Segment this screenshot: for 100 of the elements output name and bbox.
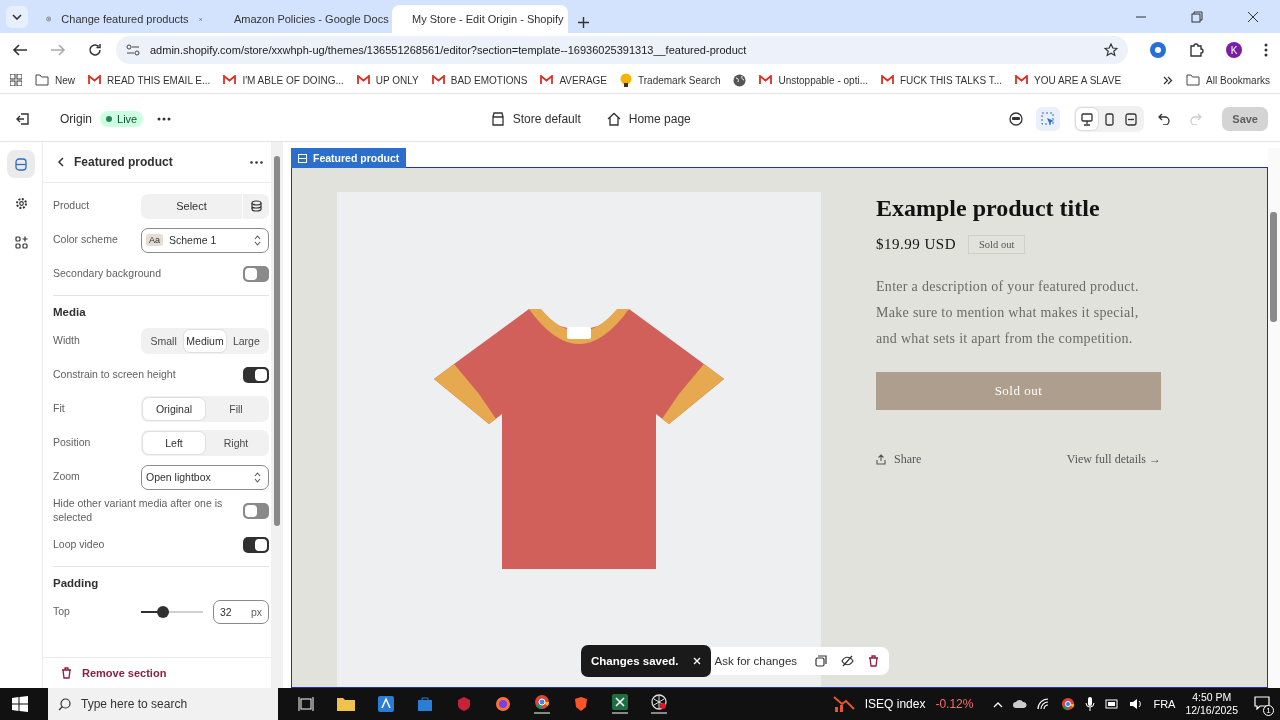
select-product-button[interactable]: Select xyxy=(141,193,242,219)
app-icon[interactable] xyxy=(378,696,394,712)
bookmark[interactable]: New xyxy=(35,74,75,86)
windows-start-icon[interactable] xyxy=(12,696,28,712)
spreadsheet-icon[interactable] xyxy=(612,694,628,714)
setting-label: Top xyxy=(53,605,71,619)
menu-icon[interactable] xyxy=(1264,43,1268,57)
input-language[interactable]: FRA xyxy=(1153,698,1176,710)
search-icon xyxy=(58,698,71,711)
chevron-down-icon xyxy=(12,14,22,20)
status-badge: Live xyxy=(100,111,144,127)
setting-label: Hide other variant media after one is selected xyxy=(53,497,224,525)
fox-globe-icon[interactable] xyxy=(495,696,511,712)
bookmark[interactable]: YOU ARE A SLAVE xyxy=(1015,74,1122,86)
browser-tab[interactable]: My Store - Edit Origin - Shopify xyxy=(392,5,568,33)
bookmark[interactable] xyxy=(733,73,747,87)
mail-icon xyxy=(88,75,101,85)
new-tab-icon[interactable] xyxy=(578,17,589,28)
store-bag-icon[interactable] xyxy=(417,696,433,712)
setting-label: Width xyxy=(53,334,81,348)
back-arrow-icon[interactable] xyxy=(12,43,28,57)
lion-shield-icon[interactable] xyxy=(573,696,589,712)
bookmark[interactable]: FUCK THIS TALKS T... xyxy=(880,74,1003,86)
inspector-icon[interactable] xyxy=(1036,107,1061,131)
tab-list-button[interactable] xyxy=(6,6,28,28)
stock-ticker-name: ISEQ index xyxy=(864,697,926,711)
slider-thumb[interactable] xyxy=(156,606,169,618)
folder-icon[interactable] xyxy=(337,697,355,711)
bookmark[interactable]: READ THIS EMAIL E... xyxy=(88,74,211,86)
toast: Changes saved. xyxy=(581,645,711,677)
bookmark[interactable]: Unstoppable - opti... xyxy=(759,74,868,86)
browser-tab[interactable]: Amazon Policies - Google Docs xyxy=(214,5,390,33)
bookmark[interactable]: BAD EMOTIONS xyxy=(431,74,528,86)
number-field[interactable]: 32 px xyxy=(213,600,269,624)
microphone-icon[interactable] xyxy=(1085,697,1096,711)
segment-option[interactable]: Fill xyxy=(205,398,267,420)
hide-icon[interactable] xyxy=(841,655,855,667)
theme-name: Origin xyxy=(60,112,92,126)
page-selector[interactable]: Home page xyxy=(600,108,697,130)
clock-date[interactable]: 12/16/2025 xyxy=(1185,704,1238,717)
template-selector[interactable]: Store default xyxy=(484,108,587,130)
bookmark[interactable]: All Bookmarks xyxy=(1186,74,1270,86)
view-details-link[interactable]: View full details → xyxy=(1066,452,1161,467)
setting-label: Zoom xyxy=(53,470,81,484)
dropdown-select[interactable]: Aa Scheme 1 xyxy=(141,227,269,253)
dropdown-select[interactable]: Open lightbox xyxy=(141,464,269,490)
chrome-icon[interactable] xyxy=(1061,697,1076,711)
toggle-switch[interactable] xyxy=(243,367,269,383)
trash-icon xyxy=(61,667,72,679)
extension-badge-icon[interactable] xyxy=(1150,42,1166,58)
restore-icon[interactable] xyxy=(1191,11,1203,23)
more-bookmarks-icon[interactable] xyxy=(1163,75,1174,85)
puzzle-icon[interactable] xyxy=(1188,42,1204,58)
shield-icon[interactable] xyxy=(456,696,472,712)
battery-icon[interactable] xyxy=(1105,699,1120,709)
profile-avatar[interactable]: K xyxy=(1226,42,1242,58)
more-icon[interactable] xyxy=(157,117,172,121)
duplicate-icon[interactable] xyxy=(815,655,828,667)
bookmark-star-icon[interactable] xyxy=(1104,43,1118,57)
section-heading: Media xyxy=(53,305,87,320)
segment-option[interactable]: Right xyxy=(205,432,267,454)
taskbar-search-field[interactable]: Type here to search xyxy=(48,688,278,720)
share-icon xyxy=(876,454,886,465)
exit-icon[interactable] xyxy=(16,112,30,126)
trash-icon[interactable] xyxy=(868,655,880,667)
setting-label: Secondary background xyxy=(53,267,162,281)
bookmark[interactable]: UP ONLY xyxy=(356,74,419,86)
browser-tab[interactable]: Change featured products xyxy=(36,5,212,33)
aperture-icon[interactable] xyxy=(651,694,667,714)
bookmark[interactable]: AVERAGE xyxy=(540,74,608,86)
mail-icon xyxy=(759,75,773,85)
apps-grid-icon[interactable] xyxy=(10,74,22,86)
segment-option[interactable]: Left xyxy=(143,432,205,454)
bookmark[interactable]: I'M ABLE OF DOING... xyxy=(223,74,344,86)
segment-option[interactable]: Large xyxy=(225,330,267,352)
segment-option[interactable]: Original xyxy=(143,398,205,420)
speaker-icon[interactable] xyxy=(1129,698,1144,710)
desktop-view-icon[interactable] xyxy=(1076,108,1099,130)
database-icon[interactable] xyxy=(243,193,269,219)
segment-option[interactable]: Small xyxy=(143,330,185,352)
scrollbar[interactable] xyxy=(271,142,283,688)
back-chevron-icon[interactable] xyxy=(57,157,64,167)
close-icon[interactable] xyxy=(1247,11,1259,23)
toggle-switch[interactable] xyxy=(243,537,269,553)
remove-section-button[interactable]: Remove section xyxy=(59,663,169,683)
scrollbar[interactable] xyxy=(1268,148,1280,688)
chrome-icon[interactable] xyxy=(534,694,550,714)
cloud-icon[interactable] xyxy=(1013,698,1028,710)
bookmark[interactable]: Trademark Search xyxy=(620,73,721,87)
share-button[interactable]: Share xyxy=(876,452,922,467)
address-bar[interactable]: admin.shopify.com/store/xxwhph-ug/themes/136551268561/editor?section=template--16936025391313__featured-product xyxy=(116,36,1128,64)
more-icon[interactable] xyxy=(250,160,263,164)
clock-time[interactable]: 4:50 PM xyxy=(1192,691,1232,704)
toggle-switch[interactable] xyxy=(243,266,269,282)
sections-icon[interactable] xyxy=(7,150,35,178)
home-icon xyxy=(606,112,621,126)
segment-option[interactable]: Medium xyxy=(184,330,226,352)
reload-icon[interactable] xyxy=(88,43,102,57)
task-view-icon[interactable] xyxy=(298,697,314,711)
toggle-switch[interactable] xyxy=(243,503,269,519)
